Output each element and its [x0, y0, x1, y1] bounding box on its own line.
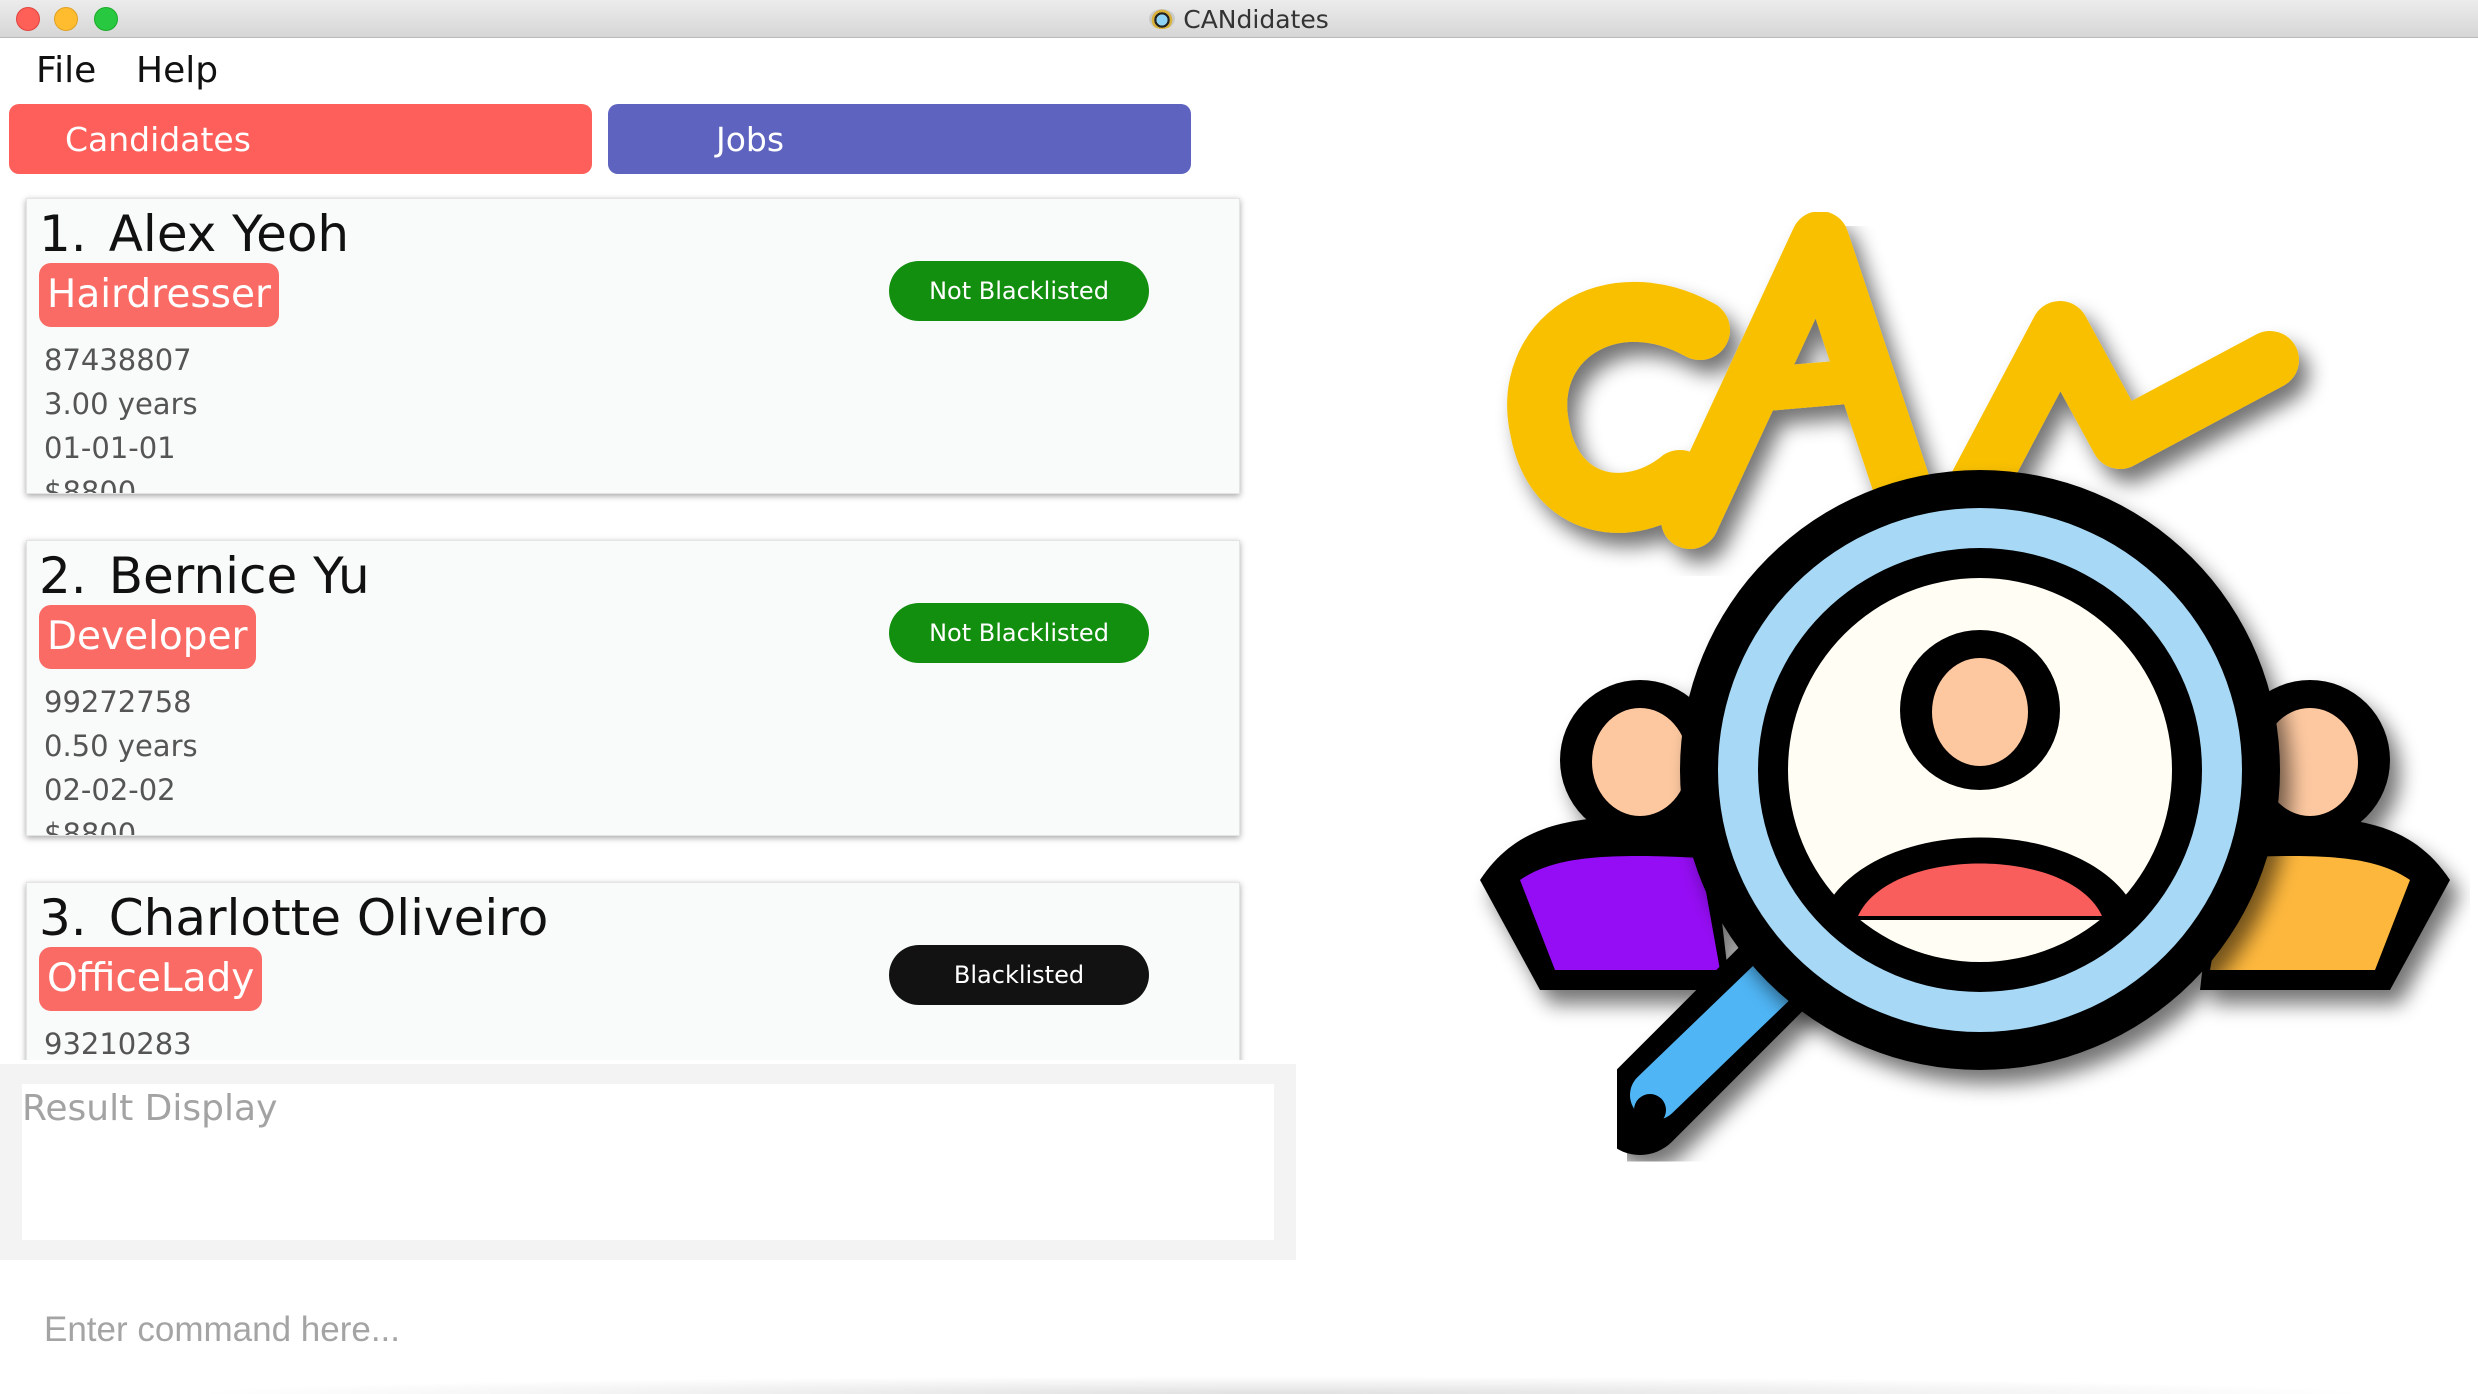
can-logo	[1480, 211, 2450, 1155]
job-tag: Developer	[39, 605, 256, 669]
candidate-experience: 3.00 years	[44, 387, 198, 421]
candidate-salary: $8800	[44, 817, 137, 836]
candidate-name-row: 3. Charlotte Oliveiro	[39, 889, 548, 947]
job-tag: Hairdresser	[39, 263, 280, 327]
candidate-name-row: 2. Bernice Yu	[39, 547, 370, 605]
candidate-name: Bernice Yu	[108, 547, 370, 605]
window-title: CANdidates	[1183, 4, 1329, 34]
result-display-placeholder: Result Display	[22, 1088, 278, 1129]
can-wordmark	[1507, 211, 2299, 549]
status-badge: Not Blacklisted	[889, 261, 1149, 321]
candidate-phone: 87438807	[44, 343, 192, 377]
menu-file[interactable]: File	[36, 50, 96, 91]
result-display-panel: Result Display	[0, 1064, 1296, 1260]
candidate-date: 01-01-01	[44, 431, 176, 465]
candidate-index: 3.	[39, 889, 87, 947]
candidate-index: 1.	[39, 205, 87, 263]
candidate-salary: $8800	[44, 475, 137, 494]
window-title-group: CANdidates	[0, 0, 2478, 38]
magnifier-icon	[1680, 470, 2280, 1070]
candidate-experience: 0.50 years	[44, 729, 198, 763]
job-tag: OfficeLady	[39, 947, 263, 1011]
tab-jobs[interactable]: Jobs	[608, 104, 1191, 174]
command-box-shadow	[180, 1376, 2380, 1394]
candidate-phone: 93210283	[44, 1027, 192, 1060]
status-badge: Not Blacklisted	[889, 603, 1149, 663]
candidate-phone: 99272758	[44, 685, 192, 719]
app-icon	[1149, 9, 1176, 29]
result-display[interactable]: Result Display	[22, 1084, 1274, 1240]
candidate-card[interactable]: 1. Alex Yeoh Hairdresser Not Blacklisted …	[26, 198, 1240, 494]
candidate-name: Alex Yeoh	[108, 205, 350, 263]
candidate-index: 2.	[39, 547, 87, 605]
title-bar: CANdidates	[0, 0, 2478, 38]
candidate-name: Charlotte Oliveiro	[108, 889, 549, 947]
candidate-date: 02-02-02	[44, 773, 176, 807]
menu-help[interactable]: Help	[136, 50, 218, 91]
candidate-name-row: 1. Alex Yeoh	[39, 205, 349, 263]
tab-jobs-label: Jobs	[716, 119, 785, 159]
candidate-card[interactable]: 3. Charlotte Oliveiro OfficeLady Blacklis…	[26, 882, 1240, 1060]
candidate-list[interactable]: 1. Alex Yeoh Hairdresser Not Blacklisted …	[0, 184, 1296, 1060]
status-badge: Blacklisted	[889, 945, 1149, 1005]
menu-bar: File Help	[0, 40, 1296, 100]
tab-candidates[interactable]: Candidates	[9, 104, 592, 174]
candidate-card[interactable]: 2. Bernice Yu Developer Not Blacklisted 9…	[26, 540, 1240, 836]
command-input[interactable]	[24, 1290, 1296, 1370]
tab-candidates-label: Candidates	[65, 119, 251, 159]
